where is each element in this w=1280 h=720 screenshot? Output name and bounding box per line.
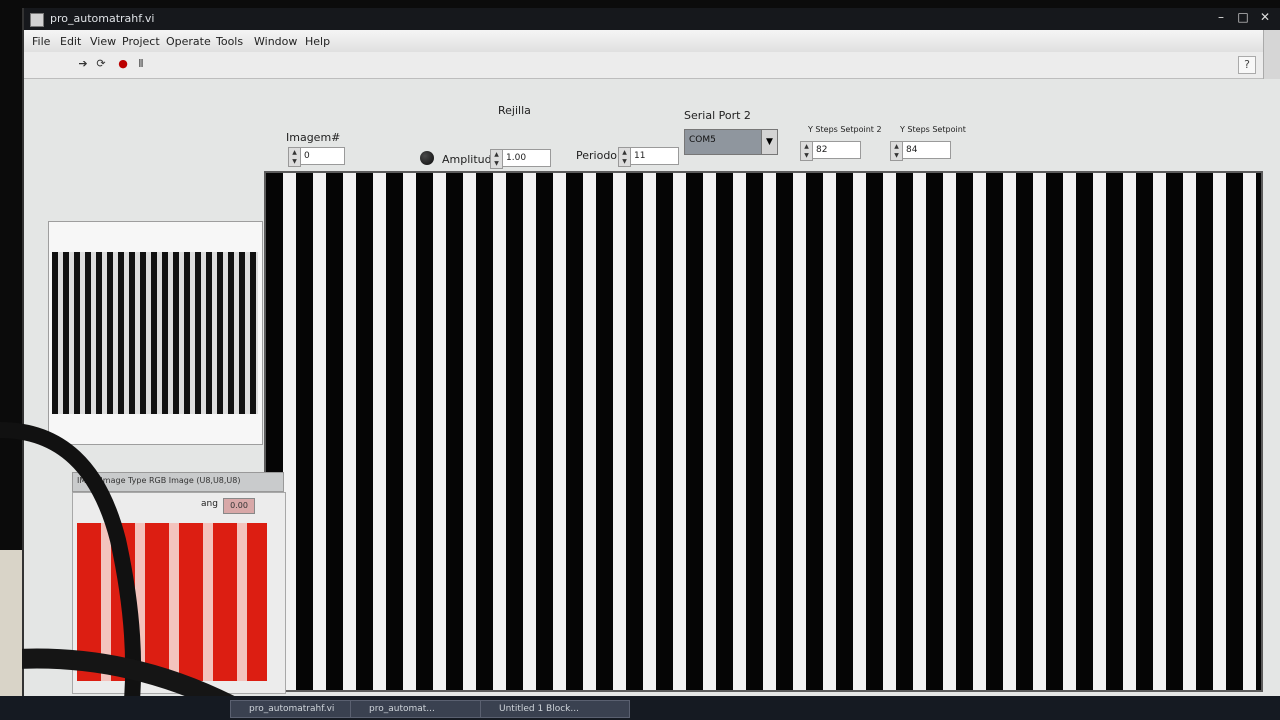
dropdown-arrow-icon[interactable]: ▼ [761, 130, 777, 154]
front-panel: Imagem# ▲ ▼ 0 Rejilla Amplitud ▲ ▼ 1.00 Pe… [24, 79, 1280, 708]
menu-view[interactable]: View [90, 35, 116, 48]
abort-icon[interactable]: ● [116, 57, 130, 71]
menu-help[interactable]: Help [305, 35, 330, 48]
setpoint-field[interactable]: 84 [902, 141, 951, 159]
amplitud-label: Amplitud [442, 153, 492, 166]
imagem-label: Imagem# [286, 131, 341, 144]
run-continuous-icon[interactable]: ⟳ [94, 57, 108, 71]
vertical-scrollbar[interactable] [1263, 30, 1280, 80]
y-steps-setpoint-2-label: Y Steps Setpoint 2 [808, 125, 882, 134]
vi-icon [30, 13, 44, 27]
rejilla-group-title: Rejilla [498, 104, 531, 117]
serial-port-dropdown[interactable]: COM5 ▼ [684, 129, 778, 155]
maximize-icon[interactable]: □ [1232, 8, 1254, 26]
help-icon[interactable]: ? [1238, 56, 1256, 74]
imagem-field[interactable]: 0 [300, 147, 345, 165]
menu-operate[interactable]: Operate [166, 35, 211, 48]
rgb-image-frame: ang 0.00 [72, 492, 286, 694]
menu-edit[interactable]: Edit [60, 35, 81, 48]
menu-window[interactable]: Window [254, 35, 297, 48]
close-icon[interactable]: ✕ [1254, 8, 1276, 26]
grating-pattern-display [264, 171, 1263, 692]
menu-file[interactable]: File [32, 35, 50, 48]
periodo-label: Periodo [576, 149, 618, 162]
periodo-field[interactable]: 11 [630, 147, 679, 165]
taskbar-item-main-vi[interactable]: pro_automatrahf.vi [230, 700, 360, 718]
taskbar: pro_automatrahf.vi pro_automat... Untitl… [0, 696, 1280, 720]
ang-field[interactable]: 0.00 [223, 498, 255, 514]
status-led-icon[interactable] [420, 151, 434, 165]
image-type-bar: IMAQ Image Type RGB Image (U8,U8,U8) [72, 472, 284, 492]
taskbar-item-automat[interactable]: pro_automat... [350, 700, 490, 718]
pause-icon[interactable]: Ⅱ [134, 57, 148, 71]
setpoint-2-field[interactable]: 82 [812, 141, 861, 159]
taskbar-item-block-diagram[interactable]: Untitled 1 Block... [480, 700, 630, 718]
window-title: pro_automatrahf.vi [50, 12, 155, 25]
grating-preview-image [52, 252, 258, 414]
minimize-icon[interactable]: – [1210, 8, 1232, 26]
monitor-bezel: pro_automatrahf.vi – □ ✕ File Edit View … [0, 0, 1280, 720]
menu-project[interactable]: Project [122, 35, 160, 48]
amplitud-field[interactable]: 1.00 [502, 149, 551, 167]
menu-bar: File Edit View Project Operate Tools Win… [24, 30, 1280, 53]
serial-port-label: Serial Port 2 [684, 109, 751, 122]
serial-port-value: COM5 [689, 135, 716, 145]
title-bar: pro_automatrahf.vi – □ ✕ [24, 8, 1280, 30]
ang-label: ang [201, 499, 218, 509]
toolbar: ➔ ⟳ ● Ⅱ ? [24, 52, 1280, 79]
y-steps-setpoint-label: Y Steps Setpoint [900, 125, 966, 134]
rgb-grating-image [77, 523, 267, 681]
run-arrow-icon[interactable]: ➔ [76, 57, 90, 71]
labview-front-panel-window: pro_automatrahf.vi – □ ✕ File Edit View … [22, 8, 1280, 708]
image-type-label: IMAQ Image Type RGB Image (U8,U8,U8) [77, 476, 241, 485]
grating-preview-frame [48, 221, 263, 445]
menu-tools[interactable]: Tools [216, 35, 243, 48]
